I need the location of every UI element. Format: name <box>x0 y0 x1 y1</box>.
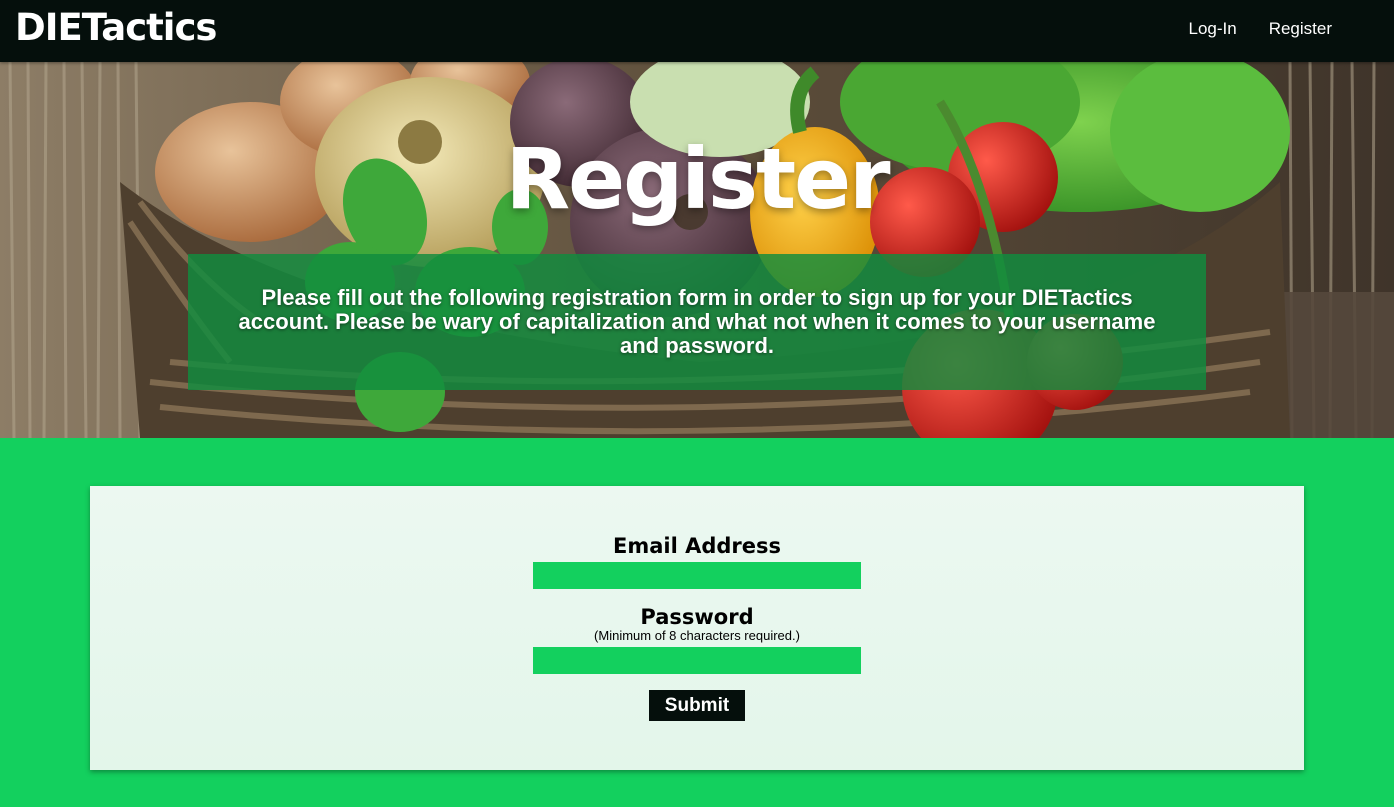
registration-form: Email Address Password (Minimum of 8 cha… <box>90 486 1304 770</box>
nav-link-login[interactable]: Log-In <box>1188 19 1236 39</box>
password-label: Password <box>640 605 754 629</box>
email-label: Email Address <box>612 534 782 558</box>
intro-text: Please fill out the following registrati… <box>238 285 1156 358</box>
password-input[interactable] <box>533 647 861 674</box>
top-navbar: DIETactics Log-In Register <box>0 0 1394 62</box>
nav-links: Log-In Register <box>1188 19 1332 39</box>
intro-panel: Please fill out the following registrati… <box>188 254 1206 390</box>
password-requirement-note: (Minimum of 8 characters required.) <box>594 628 800 643</box>
page-title: Register <box>505 130 890 228</box>
nav-link-register[interactable]: Register <box>1269 19 1332 39</box>
submit-button[interactable]: Submit <box>649 690 745 721</box>
brand-logo[interactable]: DIETactics <box>15 6 217 49</box>
email-input[interactable] <box>533 562 861 589</box>
hero-banner: Register Please fill out the following r… <box>0 62 1394 438</box>
